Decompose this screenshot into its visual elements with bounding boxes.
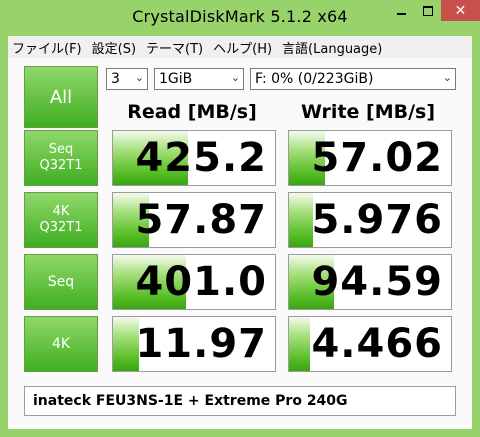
4k-read-cell: 11.97 — [112, 316, 276, 372]
4k-q32t1-read-cell: 57.87 — [112, 192, 276, 248]
title-bar[interactable]: CrystalDiskMark 5.1.2 x64 ✕ — [0, 0, 480, 36]
row-label-line1: Seq — [48, 142, 74, 157]
menu-language[interactable]: 言語(Language) — [278, 38, 388, 57]
row-label-line1: 4K — [51, 336, 71, 352]
menu-theme[interactable]: テーマ(T) — [142, 38, 209, 57]
write-value: 94.59 — [311, 259, 443, 305]
seq-q32t1-write-cell: 57.02 — [288, 130, 452, 186]
app-window: CrystalDiskMark 5.1.2 x64 ✕ ファイル(F) 設定(S… — [0, 0, 480, 437]
4k-q32t1-button[interactable]: 4K Q32T1 — [24, 192, 98, 248]
drive-value: F: 0% (0/223GiB) — [255, 71, 374, 87]
maximize-button[interactable] — [415, 0, 441, 21]
chevron-down-icon: ⌄ — [230, 71, 240, 84]
comment-field[interactable]: inateck FEU3NS-1E + Extreme Pro 240G — [24, 386, 456, 416]
write-level-bar — [289, 317, 311, 371]
minimize-icon — [397, 12, 406, 15]
seq-button[interactable]: Seq — [24, 254, 98, 310]
menu-bar: ファイル(F) 設定(S) テーマ(T) ヘルプ(H) 言語(Language) — [8, 36, 472, 58]
seq-read-cell: 401.0 — [112, 254, 276, 310]
test-count-value: 3 — [111, 71, 120, 87]
benchmark-panel: All 3 ⌄ 1GiB ⌄ F: 0% (0/223GiB) ⌄ Read [… — [8, 58, 472, 429]
test-size-select[interactable]: 1GiB ⌄ — [154, 68, 244, 90]
chevron-down-icon: ⌄ — [442, 71, 452, 84]
write-level-bar — [289, 193, 314, 247]
close-button[interactable]: ✕ — [441, 0, 480, 21]
read-value: 57.87 — [135, 197, 267, 243]
test-size-value: 1GiB — [159, 71, 193, 87]
menu-file[interactable]: ファイル(F) — [8, 38, 88, 57]
row-label-line1: 4K — [52, 204, 70, 219]
seq-write-cell: 94.59 — [288, 254, 452, 310]
close-icon: ✕ — [454, 2, 467, 19]
menu-help[interactable]: ヘルプ(H) — [209, 38, 278, 57]
maximize-icon — [423, 5, 433, 16]
row-label-line2: Q32T1 — [39, 220, 83, 235]
minimize-button[interactable] — [388, 0, 415, 21]
row-label-line2: Q32T1 — [39, 158, 83, 173]
read-column-header: Read [MB/s] — [127, 101, 257, 123]
row-label-line1: Seq — [47, 274, 75, 290]
4k-q32t1-write-cell: 5.976 — [288, 192, 452, 248]
write-column-header: Write [MB/s] — [300, 101, 436, 123]
seq-q32t1-button[interactable]: Seq Q32T1 — [24, 130, 98, 186]
write-value: 57.02 — [311, 135, 443, 181]
menu-settings[interactable]: 設定(S) — [88, 38, 142, 57]
4k-write-cell: 4.466 — [288, 316, 452, 372]
4k-button[interactable]: 4K — [24, 316, 98, 372]
drive-select[interactable]: F: 0% (0/223GiB) ⌄ — [250, 68, 456, 90]
read-value: 401.0 — [135, 259, 267, 305]
chevron-down-icon: ⌄ — [134, 71, 144, 84]
all-button[interactable]: All — [24, 66, 98, 128]
read-value: 11.97 — [135, 321, 267, 367]
write-value: 5.976 — [311, 197, 443, 243]
seq-q32t1-read-cell: 425.2 — [112, 130, 276, 186]
read-value: 425.2 — [135, 135, 267, 181]
write-value: 4.466 — [311, 321, 443, 367]
test-count-select[interactable]: 3 ⌄ — [106, 68, 148, 90]
